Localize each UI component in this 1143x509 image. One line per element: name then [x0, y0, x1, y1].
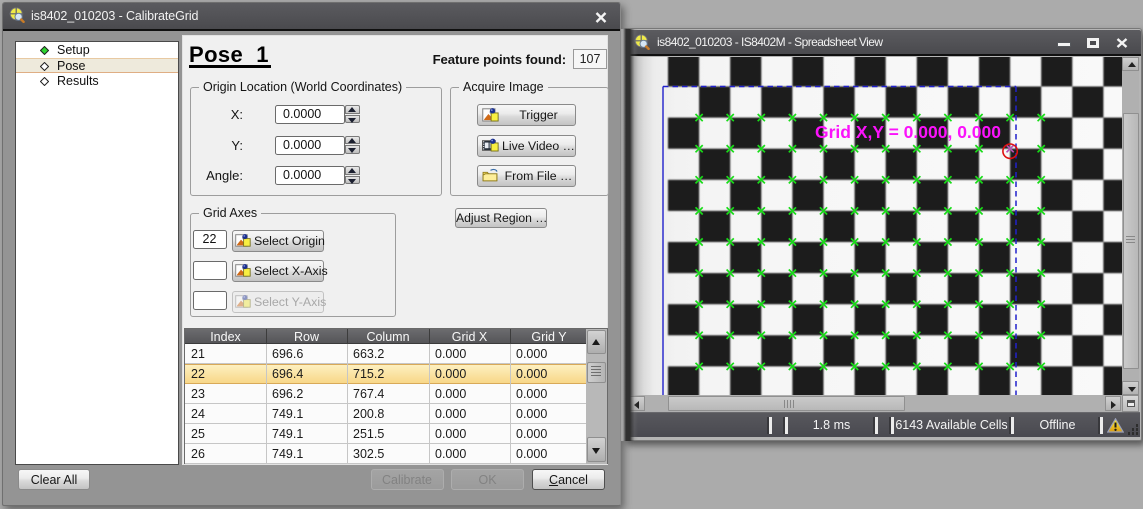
svg-text:Grid X,Y = 0.000, 0.000: Grid X,Y = 0.000, 0.000 — [815, 122, 1001, 142]
